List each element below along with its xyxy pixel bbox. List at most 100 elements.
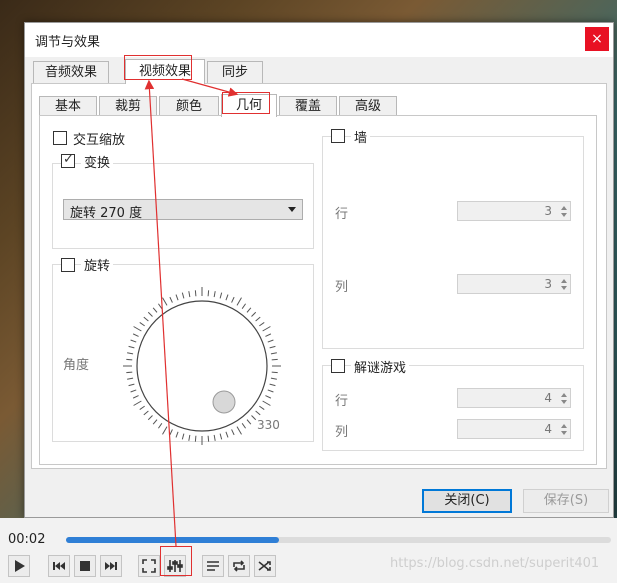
- spin-up-icon[interactable]: [561, 279, 567, 283]
- puzzle-rows-value: 4: [544, 391, 552, 405]
- subtab-geometry[interactable]: 几何: [221, 94, 277, 117]
- watermark: https://blog.csdn.net/superit401: [390, 556, 600, 571]
- subtab-basic[interactable]: 基本: [39, 96, 97, 116]
- puzzle-rows-spinbox[interactable]: 4: [457, 388, 571, 408]
- dial-tick: [175, 294, 179, 301]
- player-controls: 00:02 https://blog.csdn.net/superit401: [0, 518, 617, 583]
- extended-settings-icon: [167, 560, 183, 572]
- puzzle-rows-label: 行: [335, 394, 349, 409]
- dial-tick: [231, 296, 235, 303]
- spin-up-icon[interactable]: [561, 424, 567, 428]
- dial-tick: [262, 326, 271, 332]
- dial-tick: [219, 292, 223, 299]
- shuffle-button[interactable]: [254, 555, 276, 577]
- dial-tick: [269, 345, 276, 349]
- title-bar: 调节与效果 ×: [25, 23, 613, 57]
- spin-up-icon[interactable]: [561, 206, 567, 210]
- dial-tick: [270, 377, 277, 380]
- extended-settings-button[interactable]: [164, 555, 186, 577]
- dial-tick: [241, 423, 247, 429]
- subtab-crop[interactable]: 裁剪: [99, 96, 157, 116]
- dial-tick: [175, 431, 179, 438]
- dial-tick: [269, 383, 276, 387]
- dial-face: [136, 300, 268, 432]
- wall-rows-label: 行: [335, 207, 349, 222]
- puzzle-label: 解谜游戏: [351, 357, 410, 376]
- dial-tick: [259, 405, 265, 411]
- chevron-down-icon: [288, 207, 296, 212]
- dial-tick: [143, 410, 149, 416]
- dialog-title: 调节与效果: [35, 35, 101, 50]
- puzzle-cols-label: 列: [335, 425, 349, 440]
- angle-label: 角度: [63, 358, 90, 373]
- dial-tick: [188, 291, 191, 298]
- dial-tick: [271, 358, 278, 361]
- spin-down-icon[interactable]: [561, 213, 567, 217]
- dial-tick: [139, 321, 145, 327]
- dial-knob[interactable]: [212, 390, 236, 414]
- puzzle-cols-spinbox[interactable]: 4: [457, 419, 571, 439]
- dial-tick: [225, 431, 229, 438]
- playlist-icon: [207, 561, 219, 571]
- subtab-advanced[interactable]: 高级: [339, 96, 397, 116]
- tab-sync[interactable]: 同步: [207, 61, 263, 83]
- angle-value: 330: [257, 418, 280, 432]
- dial-tick: [126, 371, 133, 374]
- dial-tick: [152, 419, 158, 425]
- dial-tick: [259, 321, 265, 327]
- wall-rows-spinbox[interactable]: 3: [457, 201, 571, 221]
- wall-checkbox[interactable]: [331, 129, 345, 143]
- previous-button[interactable]: [48, 555, 70, 577]
- spin-down-icon[interactable]: [561, 431, 567, 435]
- transform-checkbox[interactable]: [61, 152, 75, 168]
- dial-tick: [181, 292, 185, 299]
- dial-tick: [219, 433, 223, 440]
- save-button[interactable]: 保存(S): [523, 489, 609, 513]
- playlist-button[interactable]: [202, 555, 224, 577]
- dial-tick: [133, 326, 142, 332]
- wall-cols-spinbox[interactable]: 3: [457, 274, 571, 294]
- dial-tick: [251, 311, 257, 317]
- subtab-color[interactable]: 颜色: [159, 96, 219, 116]
- spin-down-icon[interactable]: [561, 400, 567, 404]
- spin-up-icon[interactable]: [561, 393, 567, 397]
- stop-button[interactable]: [74, 555, 96, 577]
- rotate-checkbox[interactable]: [61, 258, 75, 272]
- spin-down-icon[interactable]: [561, 286, 567, 290]
- dial-tick: [231, 429, 235, 436]
- subtab-overlay[interactable]: 覆盖: [279, 96, 337, 116]
- dial-tick: [162, 426, 168, 435]
- interactive-zoom-checkbox[interactable]: [53, 131, 67, 145]
- dial-tick: [127, 377, 134, 380]
- wall-group: [322, 136, 584, 349]
- dial-tick: [130, 339, 137, 343]
- transform-select[interactable]: 旋转 270 度: [63, 199, 303, 221]
- dial-tick: [127, 352, 134, 355]
- tab-video-effects[interactable]: 视频效果: [125, 59, 205, 84]
- dial-tick: [213, 291, 216, 298]
- dial-tick: [255, 410, 261, 416]
- wall-cols-label: 列: [335, 280, 349, 295]
- puzzle-checkbox[interactable]: [331, 359, 345, 373]
- play-icon: [15, 560, 25, 572]
- next-button[interactable]: [100, 555, 122, 577]
- puzzle-cols-value: 4: [544, 422, 552, 436]
- dial-tick: [126, 358, 133, 361]
- dial-tick: [194, 435, 197, 442]
- fullscreen-button[interactable]: [138, 555, 160, 577]
- loop-button[interactable]: [228, 555, 250, 577]
- close-icon[interactable]: ×: [585, 27, 609, 51]
- wall-rows-value: 3: [544, 204, 552, 218]
- dial-tick: [147, 415, 153, 421]
- close-button[interactable]: 关闭(C): [422, 489, 512, 513]
- play-button[interactable]: [8, 555, 30, 577]
- dial-tick: [267, 389, 274, 393]
- tab-audio-effects[interactable]: 音频效果: [33, 61, 109, 83]
- dial-tick: [267, 339, 274, 343]
- dial-tick: [162, 297, 168, 306]
- dial-tick: [255, 316, 261, 322]
- dial-tick: [143, 316, 149, 322]
- dial-tick: [270, 352, 277, 355]
- seek-progress: [66, 537, 279, 543]
- seek-slider[interactable]: [66, 537, 611, 543]
